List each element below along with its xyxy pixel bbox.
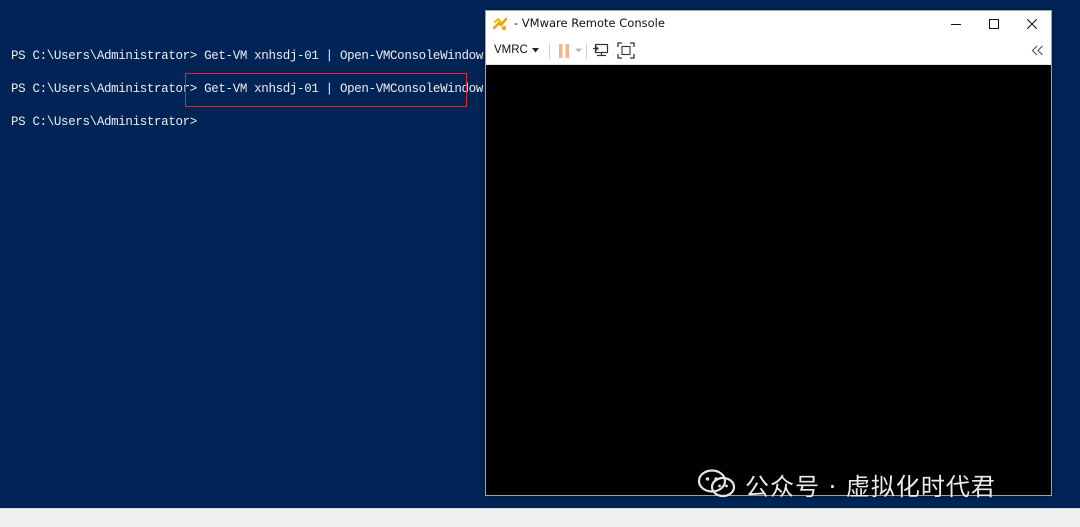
chevron-down-icon[interactable] — [575, 47, 582, 54]
vm-console-screen[interactable] — [486, 65, 1051, 495]
double-chevron-left-icon[interactable] — [1031, 45, 1044, 56]
minimize-icon — [951, 23, 961, 25]
vmrc-titlebar[interactable]: - VMware Remote Console — [486, 11, 1051, 36]
minimize-button[interactable] — [937, 11, 975, 36]
command-highlight-box — [185, 73, 467, 107]
vmrc-menu-label: VMRC — [494, 44, 528, 56]
vmrc-toolbar: VMRC — [486, 36, 1051, 65]
toolbar-separator — [549, 43, 550, 59]
send-ctrl-alt-del-icon[interactable] — [593, 43, 610, 59]
window-bottom-edge — [0, 508, 1080, 527]
console-prompt-line[interactable]: PS C:\Users\Administrator> — [11, 115, 197, 129]
vmware-logo-icon — [492, 17, 508, 31]
chevron-down-icon — [531, 47, 539, 52]
console-line: PS C:\Users\Administrator> Get-VM xnhsdj… — [11, 49, 483, 63]
close-icon — [1027, 18, 1037, 29]
fullscreen-icon[interactable] — [617, 42, 635, 59]
close-button[interactable] — [1013, 11, 1051, 36]
vmrc-menu-button[interactable]: VMRC — [494, 43, 539, 57]
maximize-button[interactable] — [975, 11, 1013, 36]
maximize-icon — [989, 18, 999, 29]
toolbar-separator — [586, 43, 587, 59]
pause-icon[interactable] — [558, 44, 570, 58]
window-title: - VMware Remote Console — [514, 16, 665, 30]
vmrc-window[interactable]: - VMware Remote Console VMRC — [485, 10, 1052, 496]
